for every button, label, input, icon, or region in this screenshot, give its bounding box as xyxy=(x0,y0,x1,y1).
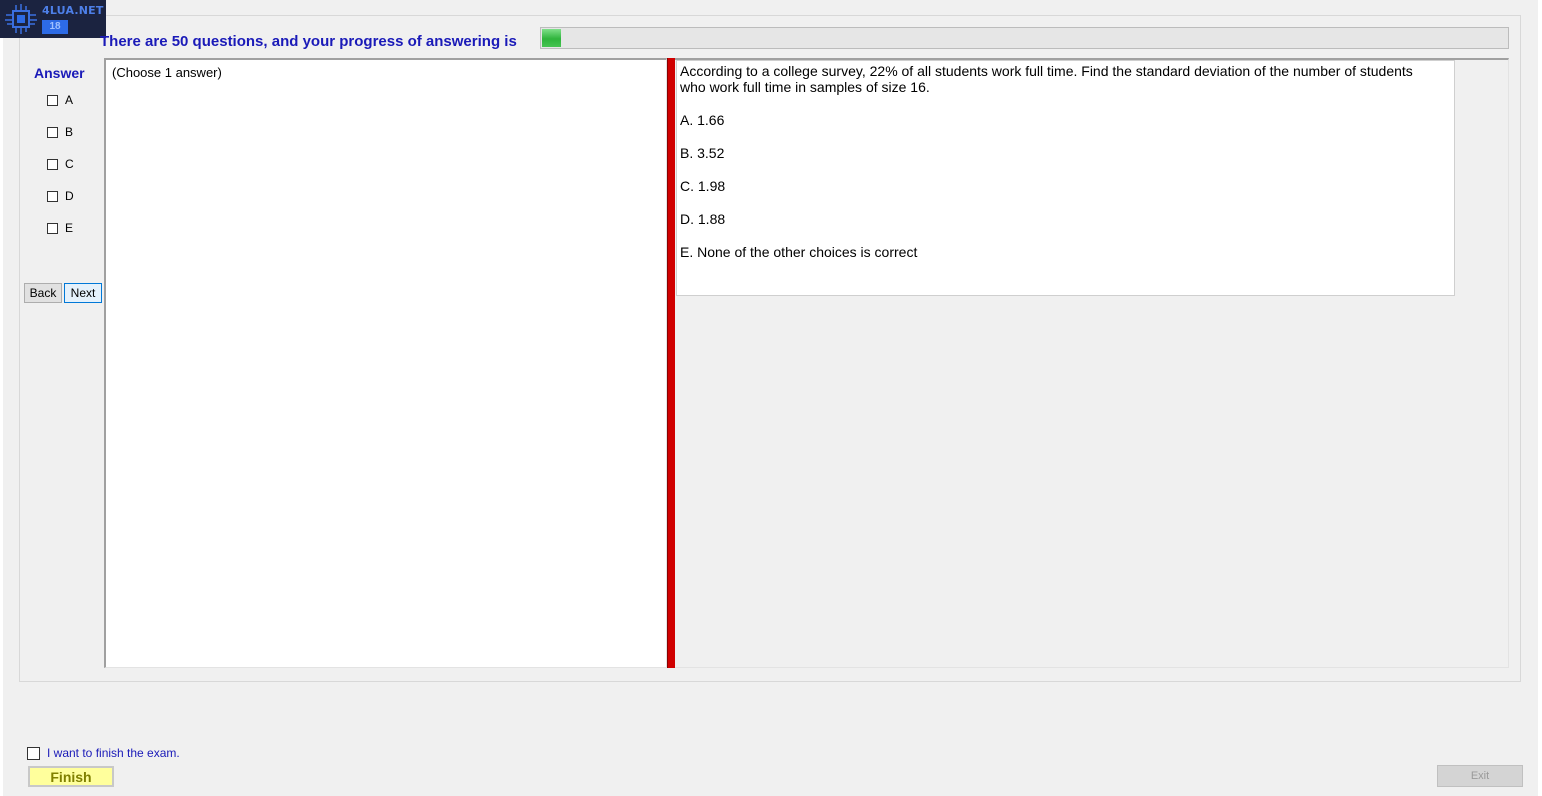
panel-splitter[interactable] xyxy=(667,58,675,668)
question-choice-a: A. 1.66 xyxy=(680,112,725,128)
answer-option-a[interactable]: A xyxy=(47,93,73,107)
site-logo: 4LUA.NET 18 xyxy=(0,0,106,38)
progress-bar xyxy=(540,27,1509,49)
answer-e-label: E xyxy=(65,221,74,235)
answer-c-label: C xyxy=(65,157,74,171)
answer-option-e[interactable]: E xyxy=(47,221,73,235)
answer-instructions-panel: (Choose 1 answer) xyxy=(104,58,667,668)
finish-exam-check[interactable]: I want to finish the exam. xyxy=(27,746,180,760)
progress-bar-fill xyxy=(542,29,561,47)
question-box: According to a college survey, 22% of al… xyxy=(676,60,1455,296)
finish-exam-checkbox[interactable] xyxy=(27,746,40,760)
next-button[interactable]: Next xyxy=(64,283,102,303)
answer-c-checkbox[interactable] xyxy=(47,158,58,170)
answer-b-checkbox[interactable] xyxy=(47,126,58,138)
answer-option-c[interactable]: C xyxy=(47,157,74,171)
question-choice-d: D. 1.88 xyxy=(680,211,726,227)
answer-e-checkbox[interactable] xyxy=(47,222,58,234)
answer-title: Answer xyxy=(34,65,85,81)
answer-a-checkbox[interactable] xyxy=(47,94,58,106)
logo-brand-text: 4LUA.NET xyxy=(42,4,104,17)
answer-b-label: B xyxy=(65,125,74,139)
question-text: According to a college survey, 22% of al… xyxy=(680,63,1413,95)
answer-d-label: D xyxy=(65,189,74,203)
answer-option-d[interactable]: D xyxy=(47,189,74,203)
question-choice-e: E. None of the other choices is correct xyxy=(680,244,918,260)
finish-button[interactable]: Finish xyxy=(28,766,114,787)
question-choice-c: C. 1.98 xyxy=(680,178,726,194)
answer-d-checkbox[interactable] xyxy=(47,190,58,202)
logo-badge: 18 xyxy=(42,20,68,34)
question-choice-b: B. 3.52 xyxy=(680,145,725,161)
answer-a-label: A xyxy=(65,93,74,107)
answer-option-b[interactable]: B xyxy=(47,125,73,139)
chip-icon xyxy=(5,4,37,34)
choose-hint: (Choose 1 answer) xyxy=(112,65,222,80)
exit-button[interactable]: Exit xyxy=(1437,765,1523,787)
finish-exam-label: I want to finish the exam. xyxy=(47,746,180,760)
back-button[interactable]: Back xyxy=(24,283,62,303)
progress-label: There are 50 questions, and your progres… xyxy=(100,33,517,50)
